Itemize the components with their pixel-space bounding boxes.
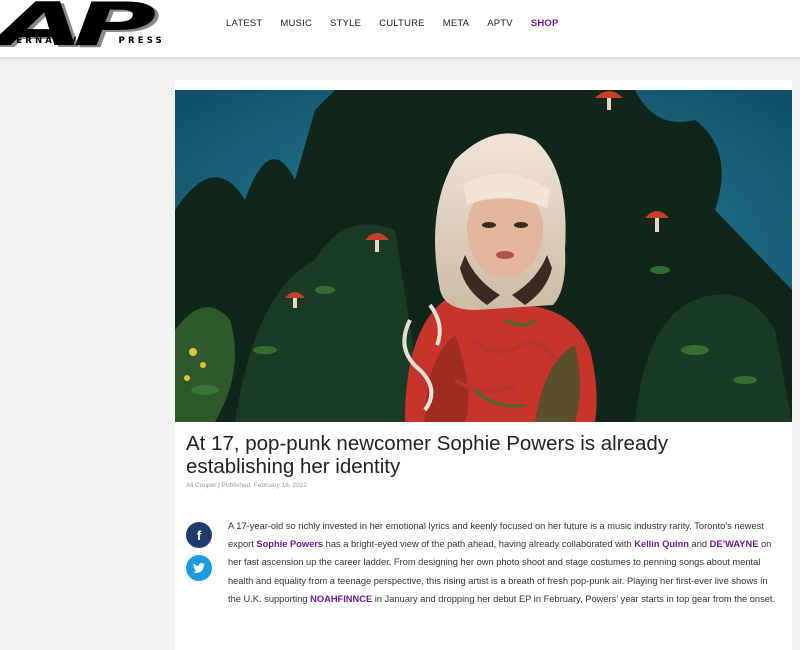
- article-card: At 17, pop-punk newcomer Sophie Powers i…: [175, 80, 792, 650]
- hero-image: [175, 90, 792, 422]
- nav-meta[interactable]: META: [443, 18, 469, 29]
- logo-subtitle-left: LTERNATIVE: [0, 36, 89, 46]
- nav-shop[interactable]: SHOP: [531, 18, 559, 29]
- nav-aptv[interactable]: APTV: [487, 18, 513, 29]
- link-dewayne[interactable]: DE’WAYNE: [710, 539, 759, 549]
- logo-subtitle: LTERNATIVE PRESS: [0, 36, 200, 46]
- logo-subtitle-right: PRESS: [118, 36, 165, 46]
- article-headline: At 17, pop-punk newcomer Sophie Powers i…: [186, 432, 669, 478]
- twitter-icon: [193, 563, 205, 573]
- body-text-segment: and: [688, 539, 710, 550]
- article-body: A 17-year-old so richly invested in her …: [228, 517, 780, 608]
- nav-music[interactable]: MUSIC: [280, 18, 312, 29]
- logo-mark: AP: [0, 0, 156, 60]
- facebook-icon: f: [196, 527, 202, 543]
- link-kellin-quinn[interactable]: Kellin Quinn: [634, 539, 689, 549]
- ap-logo[interactable]: AP LTERNATIVE PRESS: [0, 0, 200, 60]
- hero-photo: [175, 90, 792, 422]
- nav-culture[interactable]: CULTURE: [379, 18, 425, 29]
- facebook-share-button[interactable]: f: [186, 522, 212, 548]
- body-text-segment: has a bright-eyed view of the path ahead…: [323, 539, 635, 550]
- link-noahfinnce[interactable]: NOAHFINNCE: [310, 594, 372, 604]
- article-byline: Ali Cooper | Published: February 16, 202…: [186, 482, 307, 489]
- link-sophie-powers[interactable]: Sophie Powers: [256, 539, 323, 549]
- twitter-share-button[interactable]: [186, 555, 212, 581]
- body-text-segment: in January and dropping her debut EP in …: [372, 593, 776, 604]
- nav-style[interactable]: STYLE: [330, 18, 361, 29]
- nav-latest[interactable]: LATEST: [226, 18, 262, 29]
- main-nav: LATEST MUSIC STYLE CULTURE META APTV SHO…: [226, 18, 577, 29]
- site-header: AP LTERNATIVE PRESS LATEST MUSIC STYLE CU…: [0, 0, 800, 60]
